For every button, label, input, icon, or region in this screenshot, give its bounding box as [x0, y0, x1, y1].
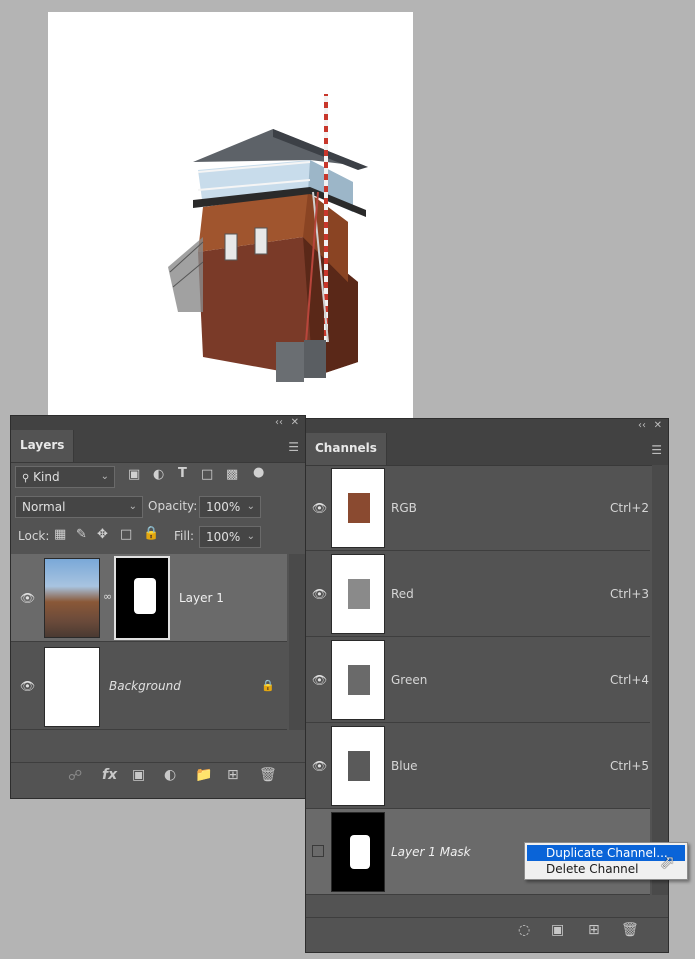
layer-mask-thumbnail[interactable]: [114, 556, 170, 640]
channel-row-red[interactable]: 👁 Red Ctrl+3: [306, 551, 650, 637]
visibility-eye-icon[interactable]: 👁: [312, 673, 327, 687]
close-icon[interactable]: ✕: [291, 416, 299, 430]
lock-transparent-icon[interactable]: ▦: [54, 527, 66, 542]
opacity-value: 100%: [206, 500, 241, 514]
layers-panel-topbar[interactable]: ‹‹ ✕: [11, 416, 305, 430]
type-filter-icon[interactable]: T: [178, 466, 187, 481]
load-selection-icon[interactable]: ◌: [518, 922, 530, 938]
visibility-eye-icon[interactable]: 👁: [20, 679, 35, 693]
fill-input[interactable]: 100% ⌄: [199, 526, 261, 548]
adjustment-icon[interactable]: ◐: [164, 767, 176, 783]
blend-mode-select[interactable]: Normal ⌄: [15, 496, 143, 518]
trash-icon[interactable]: 🗑: [259, 767, 277, 783]
link-icon[interactable]: ∞: [103, 590, 112, 603]
smart-object-filter-icon[interactable]: ▩: [226, 467, 238, 482]
opacity-label: Opacity:: [148, 499, 198, 513]
visibility-eye-icon[interactable]: 👁: [312, 501, 327, 515]
channel-thumbnail: [331, 726, 385, 806]
visibility-eye-icon[interactable]: 👁: [312, 759, 327, 773]
lock-artboard-icon[interactable]: □: [120, 527, 132, 542]
channels-tab-row: Channels ☰: [306, 433, 668, 466]
chevron-down-icon: ⌄: [128, 501, 137, 512]
channels-footer: ◌ ▣ ⊞ 🗑: [306, 917, 668, 948]
new-layer-icon[interactable]: ⊞: [227, 767, 239, 783]
channel-row-blue[interactable]: 👁 Blue Ctrl+5: [306, 723, 650, 809]
folder-icon[interactable]: 📁: [195, 767, 212, 783]
layer-thumbnail: [44, 647, 100, 727]
lock-label: Lock:: [18, 529, 50, 543]
layers-panel: ‹‹ ✕ Layers ☰ ⚲ Kind ⌄ ▣ ◐ T □ ▩ ● Norma…: [10, 415, 306, 799]
mouse-cursor-icon: ⬀: [660, 852, 676, 873]
panel-menu-icon[interactable]: ☰: [651, 443, 662, 457]
lock-icon: 🔒: [261, 679, 275, 692]
chevron-down-icon: ⌄: [246, 501, 255, 512]
kind-filter-value: Kind: [33, 470, 60, 484]
fill-label: Fill:: [174, 529, 195, 543]
shape-filter-icon[interactable]: □: [201, 467, 213, 482]
tab-layers[interactable]: Layers: [11, 430, 75, 462]
channel-row-green[interactable]: 👁 Green Ctrl+4: [306, 637, 650, 723]
trash-icon[interactable]: 🗑: [621, 922, 639, 938]
layer-row-background[interactable]: 👁 Background 🔒: [11, 642, 287, 730]
chevron-down-icon: ⌄: [246, 531, 255, 542]
layers-scrollbar[interactable]: [289, 554, 305, 730]
channel-row-rgb[interactable]: 👁 RGB Ctrl+2: [306, 465, 650, 551]
mask-icon[interactable]: ▣: [132, 767, 145, 783]
channel-shortcut: Ctrl+5: [610, 759, 650, 773]
channel-thumbnail: [331, 554, 385, 634]
blend-mode-value: Normal: [22, 500, 66, 514]
collapse-icon[interactable]: ‹‹: [275, 416, 283, 430]
opacity-input[interactable]: 100% ⌄: [199, 496, 261, 518]
channel-thumbnail: [331, 812, 385, 892]
channel-thumbnail: [331, 468, 385, 548]
channel-name: Green: [391, 673, 428, 687]
panel-menu-icon[interactable]: ☰: [288, 440, 299, 454]
layer-thumbnail: [44, 558, 100, 638]
layers-footer: ☍ fx ▣ ◐ 📁 ⊞ 🗑: [11, 762, 305, 793]
layer-name[interactable]: Background: [109, 679, 181, 693]
lock-move-icon[interactable]: ✥: [97, 527, 108, 542]
layers-tab-row: Layers ☰: [11, 430, 305, 463]
kind-filter-select[interactable]: ⚲ Kind ⌄: [15, 466, 115, 488]
channel-name: Layer 1 Mask: [391, 845, 471, 859]
channel-name: Red: [391, 587, 414, 601]
layer-name[interactable]: Layer 1: [179, 591, 224, 605]
save-selection-icon[interactable]: ▣: [551, 922, 564, 938]
channels-scrollbar[interactable]: [652, 465, 668, 895]
lock-all-icon[interactable]: 🔒: [143, 526, 159, 541]
visibility-checkbox[interactable]: [312, 845, 324, 857]
chevron-down-icon: ⌄: [100, 471, 109, 482]
tower-image: [168, 94, 368, 382]
image-filter-icon[interactable]: ▣: [128, 467, 140, 482]
layer-row-layer-1[interactable]: 👁 ∞ Layer 1: [11, 554, 287, 642]
adjustment-filter-icon[interactable]: ◐: [153, 467, 164, 482]
channel-name: Blue: [391, 759, 418, 773]
fx-icon[interactable]: fx: [102, 767, 117, 783]
channel-shortcut: Ctrl+4: [610, 673, 650, 687]
channel-shortcut: Ctrl+3: [610, 587, 650, 601]
new-channel-icon[interactable]: ⊞: [588, 922, 600, 938]
channels-panel-topbar[interactable]: ‹‹ ✕: [306, 419, 668, 433]
fill-value: 100%: [206, 530, 241, 544]
collapse-icon[interactable]: ‹‹: [638, 419, 646, 433]
search-icon: ⚲: [22, 473, 30, 484]
document-canvas[interactable]: [48, 12, 413, 418]
lock-paint-icon[interactable]: ✎: [76, 527, 87, 542]
close-icon[interactable]: ✕: [654, 419, 662, 433]
filter-toggle-icon[interactable]: ●: [253, 465, 264, 480]
visibility-eye-icon[interactable]: 👁: [20, 591, 35, 605]
channel-shortcut: Ctrl+2: [610, 501, 650, 515]
channel-name: RGB: [391, 501, 417, 515]
channel-thumbnail: [331, 640, 385, 720]
visibility-eye-icon[interactable]: 👁: [312, 587, 327, 601]
link-icon[interactable]: ☍: [68, 768, 82, 784]
tab-channels[interactable]: Channels: [306, 433, 387, 465]
